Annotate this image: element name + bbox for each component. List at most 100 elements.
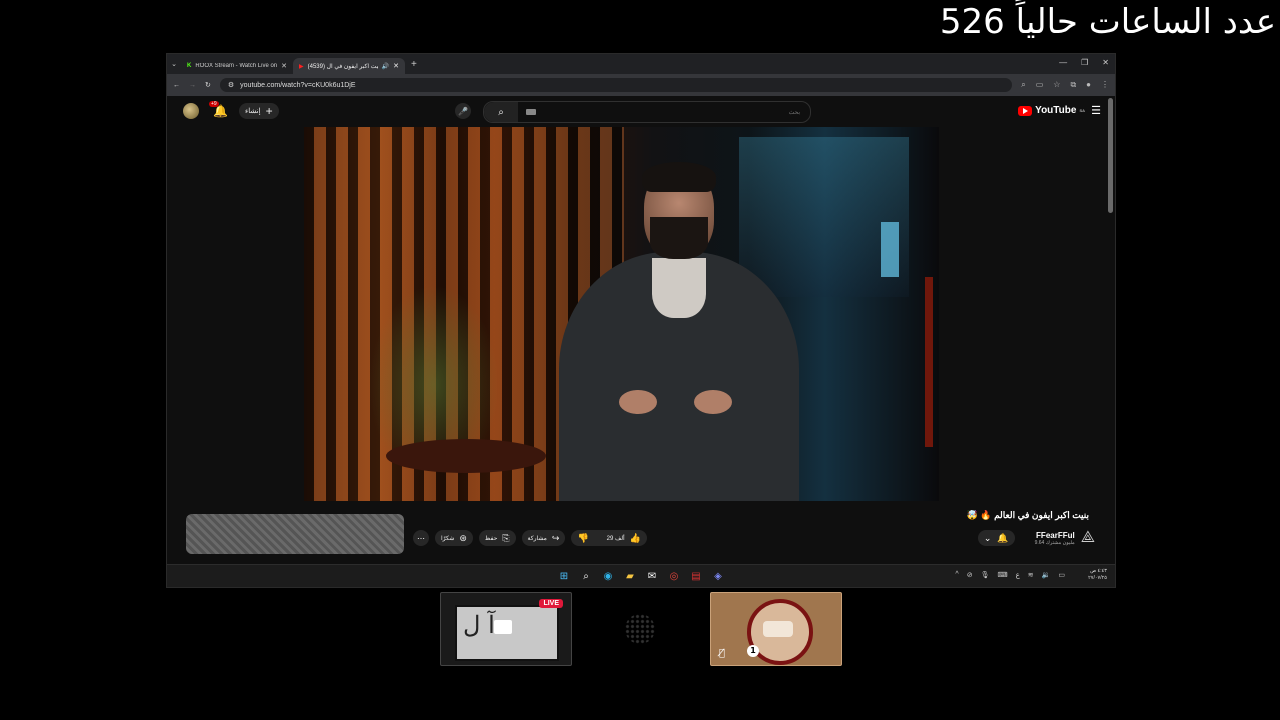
- more-actions-icon[interactable]: ⋯: [413, 530, 429, 546]
- window-controls: — ❐ ✕: [1059, 58, 1109, 67]
- taskbar-search-icon[interactable]: ⌕: [579, 569, 593, 583]
- browser-window: ⌄ K ROOX Stream - Watch Live on K ✕ ▶ (4…: [166, 53, 1116, 588]
- windows-taskbar: ⊞ ⌕ ◉ ▰ ✉ ◎ ▤ ◈ ^ ⊘ 🎙 ⌨ ع ≋ 🔉 ▭ ٤:٤٣ ص ٢…: [167, 564, 1115, 587]
- youtube-wordmark: YouTube: [1035, 105, 1077, 116]
- wifi-icon[interactable]: ≋: [1028, 571, 1034, 579]
- presenter-shirt: [652, 258, 706, 318]
- like-icon[interactable]: 👍: [630, 533, 641, 544]
- share-button[interactable]: مشاركة ↪: [521, 530, 566, 546]
- url-field[interactable]: ⚙ youtube.com/watch?v=cKU0k6u1DjE: [219, 78, 1013, 92]
- tab-search-icon[interactable]: ⌄: [167, 60, 181, 68]
- forward-icon[interactable]: →: [189, 82, 196, 89]
- youtube-logo[interactable]: YouTube SA: [1018, 105, 1085, 116]
- youtube-header: 🔔 +9 إنشاء + 🎤 ⌕ بحث YouTube SA ☰: [167, 96, 1115, 126]
- save-label: حفظ: [484, 535, 498, 542]
- monitor-icon: [494, 620, 512, 634]
- create-button[interactable]: إنشاء +: [239, 103, 279, 119]
- live-badge: LIVE: [539, 599, 563, 608]
- edge-icon[interactable]: ◉: [601, 569, 615, 583]
- thanks-button[interactable]: شكرًا ⊛: [435, 530, 473, 546]
- new-tab-button[interactable]: +: [405, 59, 423, 70]
- bell-icon: 🔔: [997, 532, 1009, 543]
- volume-icon[interactable]: 🔉: [1042, 571, 1051, 579]
- tab-kick[interactable]: K ROOX Stream - Watch Live on K ✕: [181, 58, 293, 74]
- site-info-icon[interactable]: ⚙: [228, 81, 234, 89]
- muted-mic-icon: 🎙̸: [719, 648, 726, 659]
- recommended-thumbnail[interactable]: [186, 514, 404, 554]
- battery-icon[interactable]: ▭: [1058, 571, 1065, 579]
- system-tray: ^ ⊘ 🎙 ⌨ ع ≋ 🔉 ▭: [955, 571, 1065, 579]
- tab-strip: ⌄ K ROOX Stream - Watch Live on K ✕ ▶ (4…: [167, 54, 1115, 74]
- channel-avatar[interactable]: ⟁: [1081, 529, 1095, 547]
- toolbar-icons: ⌕ ▭ ☆ ⧉ ● ⋮: [1021, 80, 1109, 90]
- presenter-beard: [650, 217, 708, 259]
- action-bar: ⋯ شكرًا ⊛ حفظ ⎘ مشاركة ↪ 👎 29 ألف 👍: [413, 530, 647, 546]
- left-hand: [619, 390, 657, 414]
- extensions-icon[interactable]: ⧉: [1070, 80, 1076, 90]
- language-indicator[interactable]: ع: [1016, 571, 1020, 579]
- dislike-icon[interactable]: 👎: [577, 533, 588, 544]
- stream-camera-2: [575, 592, 705, 664]
- video-title: بنيت اكبر ايفون في العالم 🔥 🤯: [966, 510, 1089, 520]
- whiteboard-text: آ ل: [463, 611, 495, 639]
- file-explorer-icon[interactable]: ▰: [623, 569, 637, 583]
- reload-icon[interactable]: ↻: [205, 81, 211, 89]
- participant-badge: 1: [747, 645, 759, 657]
- discord-icon[interactable]: ◈: [711, 569, 725, 583]
- share-icon: ↪: [551, 532, 560, 543]
- side-table: [386, 439, 546, 473]
- thanks-icon: ⊛: [459, 532, 467, 543]
- tray-app-icon[interactable]: ⊘: [967, 571, 973, 579]
- plus-icon: +: [265, 104, 273, 118]
- save-button[interactable]: حفظ ⎘: [478, 530, 516, 546]
- video-info: بنيت اكبر ايفون في العالم 🔥 🤯 ⌄ 🔔 FFearF…: [167, 501, 1115, 573]
- subscriber-count: 9.64 مليون مشترك: [1034, 539, 1075, 546]
- chrome-icon[interactable]: ◎: [667, 569, 681, 583]
- cast-icon[interactable]: ▭: [1036, 80, 1044, 90]
- maximize-icon[interactable]: ❐: [1081, 58, 1088, 67]
- red-light: [925, 277, 933, 447]
- search-bar[interactable]: ⌕ بحث: [483, 101, 811, 123]
- zoom-icon[interactable]: ⌕: [1021, 80, 1025, 90]
- back-icon[interactable]: ←: [173, 82, 180, 89]
- counter-label: عدد الساعات حالياً: [1015, 2, 1276, 42]
- subscription-bell-button[interactable]: ⌄ 🔔: [977, 530, 1015, 546]
- account-avatar[interactable]: [183, 103, 199, 119]
- tab-title: ROOX Stream - Watch Live on K: [195, 63, 278, 69]
- clock-date: ٢٧/٠٧/٢٥: [1088, 575, 1107, 581]
- close-tab-icon[interactable]: ✕: [281, 62, 287, 70]
- start-icon[interactable]: ⊞: [557, 569, 571, 583]
- search-icon[interactable]: ⌕: [484, 102, 518, 122]
- search-input[interactable]: بحث: [789, 109, 800, 116]
- browser-menu-icon[interactable]: ⋮: [1101, 80, 1109, 90]
- chevron-down-icon: ⌄: [983, 532, 992, 543]
- share-label: مشاركة: [527, 535, 547, 542]
- speaker-icon[interactable]: 🔊: [382, 63, 389, 70]
- notifications-bell-icon[interactable]: 🔔 +9: [209, 101, 228, 118]
- mail-icon[interactable]: ✉: [645, 569, 659, 583]
- voice-search-icon[interactable]: 🎤: [455, 103, 471, 119]
- clock[interactable]: ٤:٤٣ ص ٢٧/٠٧/٢٥: [1088, 568, 1107, 582]
- page-scrollbar[interactable]: [1108, 98, 1113, 213]
- like-count: 29 ألف: [606, 535, 625, 542]
- presenter: [544, 162, 814, 501]
- minimize-icon[interactable]: —: [1059, 58, 1067, 67]
- channel-name[interactable]: FFearFFul: [1035, 531, 1075, 540]
- bookmark-star-icon[interactable]: ☆: [1053, 80, 1060, 90]
- close-tab-icon[interactable]: ✕: [393, 62, 399, 70]
- tab-youtube[interactable]: ▶ (4539) بنيت اكبر ايفون في ال 🔊 ✕: [293, 58, 405, 74]
- hamburger-menu-icon[interactable]: ☰: [1091, 104, 1101, 117]
- keyboard-icon[interactable]: [526, 109, 536, 115]
- thanks-label: شكرًا: [441, 535, 455, 542]
- create-label: إنشاء: [245, 108, 261, 115]
- media-app-icon[interactable]: ▤: [689, 569, 703, 583]
- mic-icon[interactable]: 🎙: [981, 571, 990, 579]
- video-player[interactable]: [304, 127, 939, 501]
- profile-icon[interactable]: ●: [1086, 80, 1091, 90]
- counter-value: 526: [939, 2, 1005, 42]
- keyboard-tray-icon[interactable]: ⌨: [997, 571, 1007, 579]
- plant: [364, 277, 504, 457]
- clock-time: ٤:٤٣ ص: [1090, 568, 1107, 574]
- tray-chevron-icon[interactable]: ^: [955, 571, 958, 579]
- close-window-icon[interactable]: ✕: [1102, 58, 1109, 67]
